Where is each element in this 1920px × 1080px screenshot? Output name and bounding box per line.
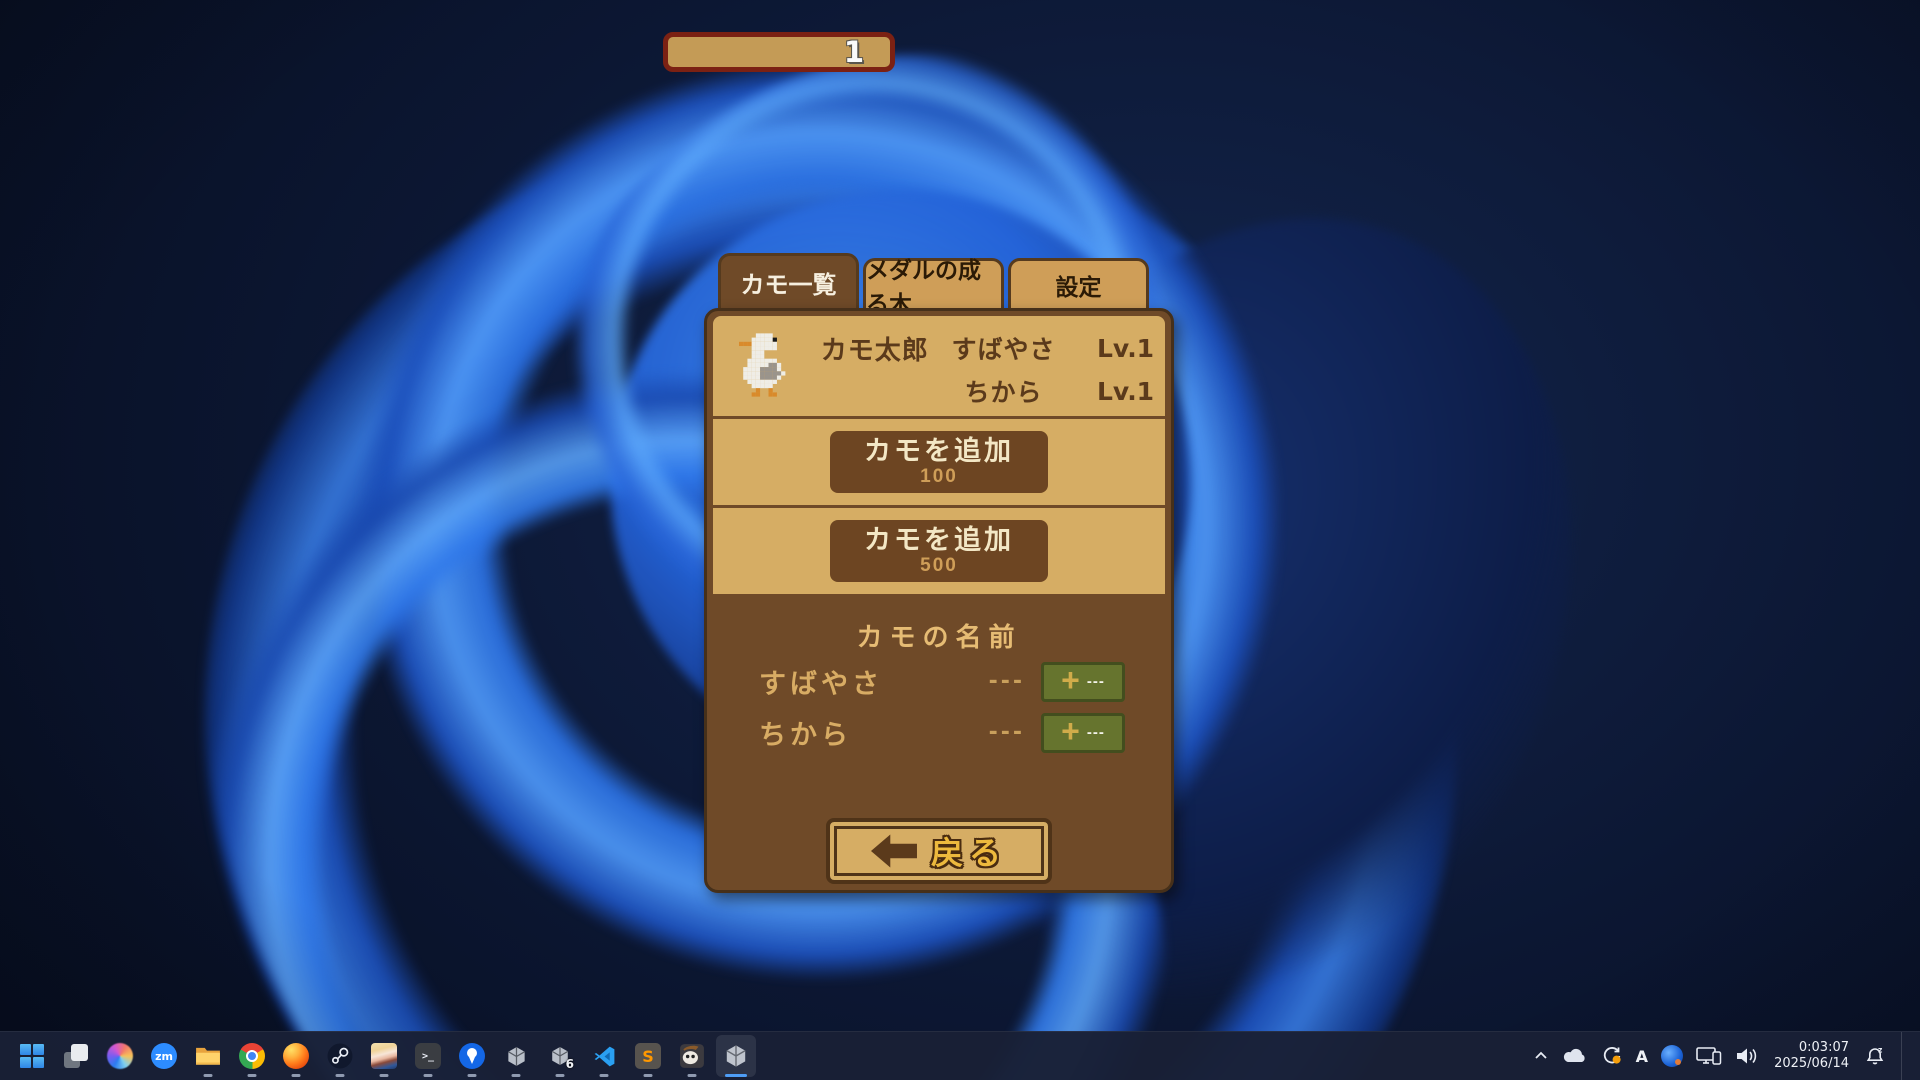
system-tray: A 0:03:07 2025/06/14 (1531, 1032, 1920, 1080)
plus-icon: + (1061, 665, 1080, 695)
tab-medal-tree[interactable]: メダルの成る木 (863, 258, 1004, 309)
stat-level: Lv.1 (1097, 377, 1153, 406)
add-duck-label: カモを追加 (864, 525, 1014, 555)
running-indicator (725, 1074, 747, 1077)
running-indicator (512, 1074, 521, 1077)
taskbar-icon-gimp[interactable] (670, 1032, 714, 1080)
stat-label: すばやさ (936, 330, 1071, 366)
tab-settings[interactable]: 設定 (1008, 258, 1149, 309)
taskbar-icon-chrome[interactable] (230, 1032, 274, 1080)
duck-counter-badge: 1 (663, 32, 895, 72)
taskbar-icon-steam[interactable] (318, 1032, 362, 1080)
add-duck-button-100[interactable]: カモを追加100 (830, 431, 1048, 493)
taskbar-icon-copilot[interactable] (98, 1032, 142, 1080)
add-duck-label: カモを追加 (864, 436, 1014, 466)
game-panel: カモ一覧メダルの成る木設定 カモ太郎 すばやさ Lv.1 ちから Lv.1 カモを追加… (704, 253, 1174, 893)
plus-icon: + (1061, 716, 1080, 746)
upgrade-button-value: --- (1087, 673, 1105, 690)
add-duck-button-500[interactable]: カモを追加500 (830, 520, 1048, 582)
taskbar-icon-firefox[interactable] (274, 1032, 318, 1080)
section-title: カモの名前 (713, 617, 1165, 654)
duck-stat-row: すばやさ Lv.1 (936, 330, 1153, 366)
upgrade-stat-label: ちから (759, 713, 989, 752)
add-duck-rows: カモを追加100カモを追加500 (713, 419, 1165, 594)
panel-tabs: カモ一覧メダルの成る木設定 (718, 253, 1149, 309)
clock-date: 2025/06/14 (1774, 1056, 1849, 1072)
upgrade-button-speed[interactable]: + --- (1041, 662, 1125, 702)
taskbar-icon-terminal[interactable]: >_ (406, 1032, 450, 1080)
stat-level: Lv.1 (1097, 334, 1153, 363)
back-arrow-icon (871, 833, 917, 869)
running-indicator (556, 1074, 565, 1077)
volume-icon[interactable] (1733, 1036, 1761, 1076)
panel-body: カモ太郎 すばやさLv.1ちからLv.1 カモを追加100カモを追加500 カモ… (704, 308, 1174, 893)
running-indicator (380, 1074, 389, 1077)
tab-duck-list[interactable]: カモ一覧 (718, 253, 859, 309)
duck-counter-value: 1 (844, 35, 864, 69)
taskbar-app-icons: zm >_ 6S (0, 1032, 758, 1080)
ime-mode-indicator[interactable]: A (1634, 1036, 1650, 1076)
taskbar-icon-unity-editor[interactable] (714, 1032, 758, 1080)
running-indicator (204, 1074, 213, 1077)
duck-list-row[interactable]: カモ太郎 すばやさ Lv.1 ちから Lv.1 (713, 316, 1165, 416)
running-indicator (248, 1074, 257, 1077)
upgrade-button-power[interactable]: + --- (1041, 713, 1125, 753)
desktop: 1 カモ一覧メダルの成る木設定 カモ太郎 すばやさ Lv.1 ちから Lv.1 カモを… (0, 0, 1920, 1080)
upgrade-cost-value: --- (989, 669, 1025, 694)
add-duck-row: カモを追加500 (713, 508, 1165, 594)
running-indicator (424, 1074, 433, 1077)
duck-name: カモ太郎 (814, 330, 936, 367)
running-indicator (688, 1074, 697, 1077)
tray-color-sphere-icon[interactable] (1659, 1036, 1685, 1076)
duck-stats: すばやさ Lv.1 ちから Lv.1 (936, 330, 1165, 409)
running-indicator (644, 1074, 653, 1077)
taskbar-icon-unity-6[interactable]: 6 (538, 1032, 582, 1080)
upgrade-row: すばやさ---+--- (713, 658, 1165, 705)
back-button-label: 戻る (931, 828, 1007, 874)
upgrade-cost-value: --- (989, 720, 1025, 745)
running-indicator (468, 1074, 477, 1077)
taskbar-icon-start[interactable] (10, 1032, 54, 1080)
stat-upgrade-rows: すばやさ---+---ちから---+--- (713, 658, 1165, 756)
onedrive-icon[interactable] (1560, 1036, 1590, 1076)
taskbar-icon-blue-pin-app[interactable] (450, 1032, 494, 1080)
add-duck-row: カモを追加100 (713, 419, 1165, 505)
taskbar-icon-file-explorer[interactable] (186, 1032, 230, 1080)
taskbar-icon-sublime-text[interactable]: S (626, 1032, 670, 1080)
duck-stat-row: ちから Lv.1 (936, 373, 1153, 409)
taskbar-icon-zoom[interactable]: zm (142, 1032, 186, 1080)
upgrade-stat-label: すばやさ (759, 662, 989, 701)
hidden-icons-chevron-icon[interactable] (1531, 1036, 1551, 1076)
show-desktop-button[interactable] (1901, 1032, 1906, 1080)
cast-display-icon[interactable] (1694, 1036, 1724, 1076)
tray-sync-icon[interactable] (1599, 1036, 1625, 1076)
running-indicator (336, 1074, 345, 1077)
taskbar-icon-vscode[interactable] (582, 1032, 626, 1080)
add-duck-cost: 500 (920, 555, 958, 577)
stat-label: ちから (936, 373, 1071, 409)
running-indicator (292, 1074, 301, 1077)
duck-name-section: カモの名前 すばやさ---+---ちから---+--- 戻る (713, 597, 1165, 884)
taskbar-icon-unity-hub[interactable] (494, 1032, 538, 1080)
taskbar-icon-task-view[interactable] (54, 1032, 98, 1080)
add-duck-cost: 100 (920, 466, 958, 488)
upgrade-button-value: --- (1087, 724, 1105, 741)
duck-sprite-icon (739, 326, 790, 404)
notification-bell-icon[interactable]: z (1862, 1036, 1888, 1076)
upgrade-row: ちから---+--- (713, 709, 1165, 756)
svg-text:z: z (1878, 1046, 1882, 1055)
clock-time: 0:03:07 (1774, 1040, 1849, 1056)
running-indicator (600, 1074, 609, 1077)
taskbar-icon-anime-app[interactable] (362, 1032, 406, 1080)
clock[interactable]: 0:03:07 2025/06/14 (1774, 1040, 1849, 1072)
taskbar: zm >_ 6S A (0, 1031, 1920, 1080)
back-button[interactable]: 戻る (826, 818, 1052, 884)
